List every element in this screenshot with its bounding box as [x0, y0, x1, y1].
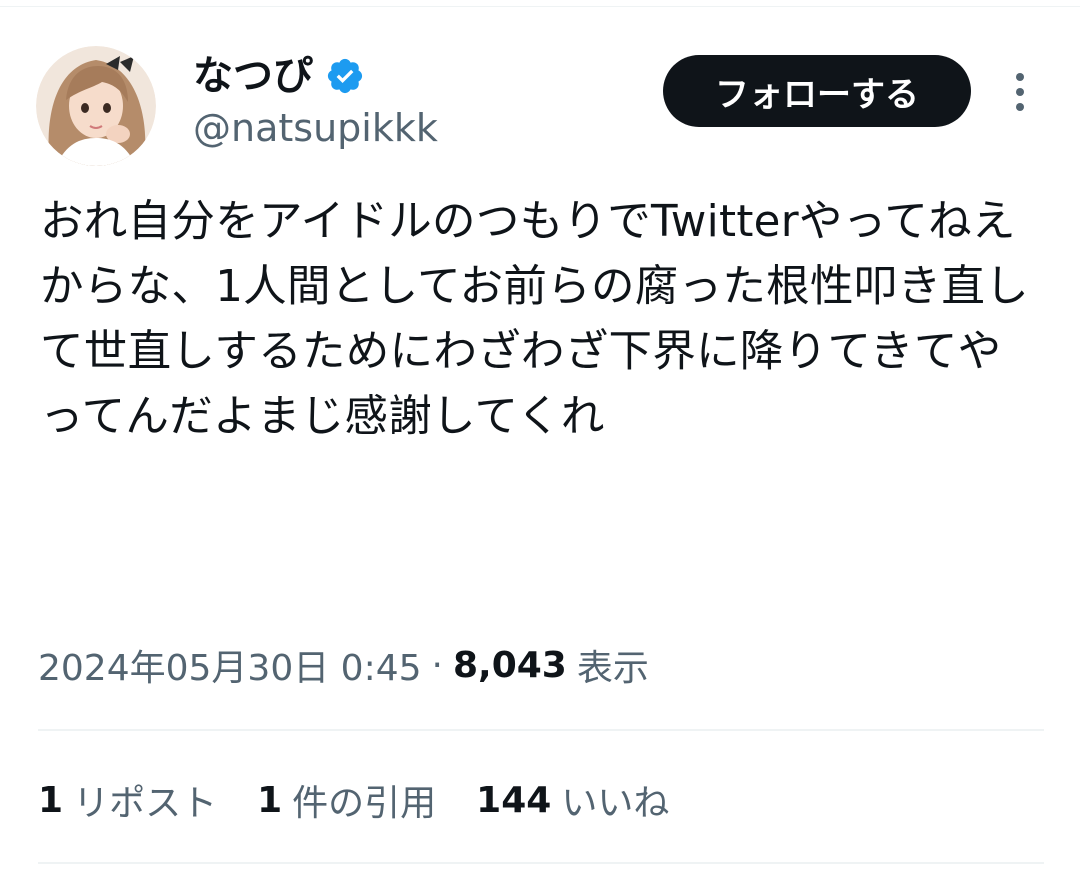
timestamp[interactable]: 2024年05月30日 0:45 — [38, 639, 422, 691]
top-divider — [0, 0, 1080, 7]
views-label: 表示 — [576, 648, 649, 689]
divider — [38, 862, 1044, 864]
quotes-stat[interactable]: 1 件の引用 — [257, 774, 436, 826]
likes-count: 144 — [476, 779, 552, 821]
divider — [38, 729, 1044, 731]
avatar[interactable] — [36, 46, 156, 166]
verified-badge-icon[interactable] — [325, 56, 365, 96]
tweet-text: おれ自分をアイドルのつもりでTwitterやってねえからな、1人間としてお前らの… — [40, 197, 1029, 442]
author-handle[interactable]: @natsupikkk — [193, 106, 438, 152]
likes-stat[interactable]: 144 いいね — [476, 774, 669, 826]
display-name[interactable]: なつぴ — [193, 56, 313, 96]
reposts-stat[interactable]: 1 リポスト — [38, 774, 217, 826]
likes-label: いいね — [561, 783, 670, 824]
avatar-image — [36, 46, 156, 166]
tweet-detail-page: なつぴ @natsupikkk フォローする おれ自分をアイドルのつもりでTwi… — [0, 0, 1080, 871]
more-vertical-icon[interactable] — [1005, 70, 1035, 114]
author-name-row: なつぴ — [193, 48, 365, 104]
reposts-label: リポスト — [73, 783, 218, 824]
quotes-count: 1 — [257, 779, 283, 821]
reposts-count: 1 — [38, 779, 64, 821]
follow-button[interactable]: フォローする — [663, 55, 971, 127]
tweet-meta: 2024年05月30日 0:45 · 8,043 表示 — [38, 635, 649, 695]
engagement-stats: 1 リポスト 1 件の引用 144 いいね — [38, 770, 709, 830]
views-count: 8,043 — [452, 644, 567, 686]
quotes-label: 件の引用 — [292, 783, 437, 824]
meta-separator: · — [431, 644, 443, 686]
